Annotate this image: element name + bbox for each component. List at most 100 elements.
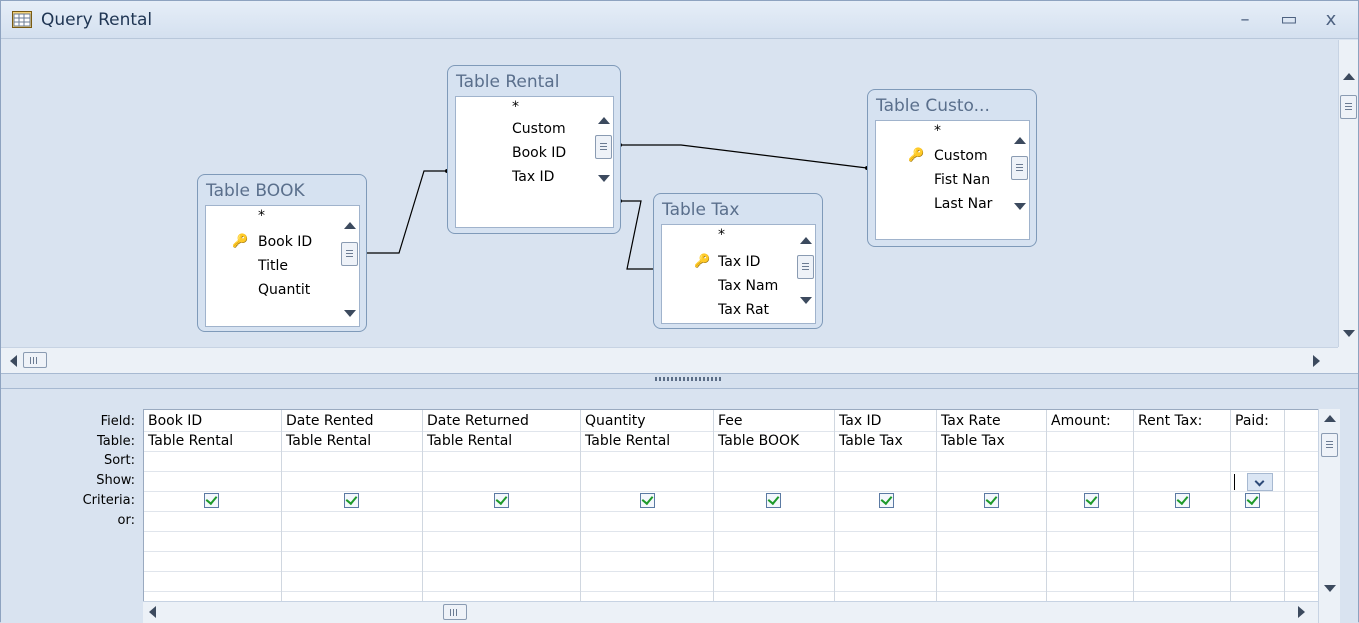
scroll-thumb[interactable]	[443, 604, 467, 620]
table-name-book: Table BOOK	[206, 181, 305, 201]
field-list-book[interactable]: * 🔑 Book ID Title Quantit	[205, 205, 360, 327]
show-checkbox[interactable]	[204, 493, 219, 508]
field-item[interactable]: Last Nar	[934, 196, 1008, 212]
field-list-scrollbar[interactable]	[1009, 121, 1029, 239]
scroll-thumb[interactable]	[1321, 433, 1338, 457]
scrollbar-corner	[1338, 347, 1358, 373]
field-item[interactable]: Quantit	[258, 282, 338, 298]
field-list-scrollbar[interactable]	[593, 97, 613, 227]
scroll-left-icon[interactable]	[10, 355, 17, 367]
scroll-down-icon[interactable]	[1324, 585, 1336, 592]
grid-table-cell[interactable]: Table Tax	[835, 433, 936, 449]
row-label-sort: Sort:	[103, 453, 135, 468]
grid-table-cell[interactable]: Table Rental	[581, 433, 713, 449]
field-item[interactable]: Fist Nan	[934, 172, 1008, 188]
field-item[interactable]: *	[512, 99, 519, 115]
grid-field-cell[interactable]: Tax ID	[835, 413, 936, 429]
field-item[interactable]: *	[718, 227, 725, 243]
show-checkbox[interactable]	[766, 493, 781, 508]
field-list-customer[interactable]: * 🔑 Custom Fist Nan Last Nar	[875, 120, 1030, 240]
grid-field-cell[interactable]: Rent Tax:	[1134, 413, 1230, 429]
show-checkbox[interactable]	[494, 493, 509, 508]
field-item[interactable]: Title	[258, 258, 288, 274]
join-line-rental-tax	[620, 200, 655, 270]
table-box-customer[interactable]: Table Custo... * 🔑 Custom Fist Nan Last …	[867, 89, 1037, 247]
scroll-thumb[interactable]	[797, 255, 814, 279]
field-list-scrollbar[interactable]	[339, 206, 359, 326]
show-checkbox[interactable]	[879, 493, 894, 508]
row-label-or: or:	[117, 513, 135, 528]
table-design-area[interactable]: Table BOOK * 🔑 Book ID Title Quantit Tab…	[1, 40, 1338, 347]
scroll-up-icon[interactable]	[598, 117, 610, 124]
field-item[interactable]: Book ID	[258, 234, 338, 250]
scroll-thumb[interactable]	[341, 242, 358, 266]
grid-table-cell[interactable]: Table BOOK	[714, 433, 834, 449]
title-bar[interactable]: Query Rental – ▭ x	[1, 1, 1358, 39]
scroll-right-icon[interactable]	[1313, 355, 1320, 367]
field-item[interactable]: *	[258, 208, 265, 224]
scroll-thumb[interactable]	[1011, 156, 1028, 180]
grid-horizontal-scrollbar[interactable]	[143, 601, 1318, 623]
table-box-tax[interactable]: Table Tax * 🔑 Tax ID Tax Nam Tax Rat	[653, 193, 823, 329]
minimize-button[interactable]: –	[1233, 8, 1257, 32]
grid-vertical-scrollbar[interactable]	[1318, 409, 1340, 623]
text-caret	[1234, 474, 1235, 490]
field-item[interactable]: Custom	[512, 121, 592, 137]
grid-field-cell[interactable]: Quantity	[581, 413, 713, 429]
scroll-down-icon[interactable]	[1343, 330, 1355, 337]
design-vertical-scrollbar[interactable]	[1338, 40, 1358, 347]
query-grid[interactable]: Book ID Table Rental Date Rented Table R…	[143, 409, 1319, 602]
grid-field-cell[interactable]: Date Rented	[282, 413, 422, 429]
grid-field-cell[interactable]: Book ID	[144, 413, 281, 429]
field-item[interactable]: *	[934, 123, 941, 139]
close-button[interactable]: x	[1319, 8, 1343, 32]
table-box-book[interactable]: Table BOOK * 🔑 Book ID Title Quantit	[197, 174, 367, 332]
show-checkbox[interactable]	[984, 493, 999, 508]
show-checkbox[interactable]	[1084, 493, 1099, 508]
field-item[interactable]: Tax ID	[718, 254, 760, 270]
field-list-rental[interactable]: * Custom Book ID Tax ID	[455, 96, 614, 228]
field-item[interactable]: Book ID	[512, 145, 592, 161]
scroll-up-icon[interactable]	[1343, 73, 1355, 80]
field-list-tax[interactable]: * 🔑 Tax ID Tax Nam Tax Rat	[661, 224, 816, 324]
grid-field-cell[interactable]: Amount:	[1047, 413, 1133, 429]
splitter-grip-icon[interactable]	[655, 377, 721, 381]
field-item[interactable]: Tax ID	[512, 169, 554, 185]
field-item[interactable]: Tax Nam	[718, 278, 796, 294]
show-checkbox[interactable]	[1245, 493, 1260, 508]
primary-key-icon: 🔑	[232, 234, 249, 249]
show-checkbox[interactable]	[344, 493, 359, 508]
grid-field-cell[interactable]: Tax Rate	[937, 413, 1046, 429]
show-checkbox[interactable]	[640, 493, 655, 508]
scroll-thumb[interactable]	[23, 352, 47, 368]
grid-field-cell[interactable]: Paid:	[1231, 413, 1284, 429]
scroll-up-icon[interactable]	[1014, 137, 1026, 144]
scroll-thumb[interactable]	[595, 135, 612, 159]
grid-table-cell[interactable]: Table Rental	[282, 433, 422, 449]
field-item[interactable]: Custom	[934, 148, 1008, 164]
grid-field-cell[interactable]: Date Returned	[423, 413, 580, 429]
grid-field-cell[interactable]: Fee	[714, 413, 834, 429]
maximize-button[interactable]: ▭	[1277, 8, 1301, 32]
scroll-right-icon[interactable]	[1298, 606, 1305, 618]
sort-dropdown-button[interactable]	[1247, 473, 1273, 491]
design-horizontal-scrollbar[interactable]	[1, 347, 1338, 373]
grid-table-cell[interactable]: Table Tax	[937, 433, 1046, 449]
query-window: Query Rental – ▭ x Table BOOK * 🔑 Book I…	[0, 0, 1359, 623]
scroll-thumb[interactable]	[1340, 95, 1357, 119]
scroll-down-icon[interactable]	[1014, 203, 1026, 210]
field-item[interactable]: Tax Rat	[718, 302, 796, 318]
scroll-down-icon[interactable]	[598, 175, 610, 182]
scroll-left-icon[interactable]	[149, 606, 156, 618]
scroll-up-icon[interactable]	[800, 237, 812, 244]
grid-table-cell[interactable]: Table Rental	[144, 433, 281, 449]
pane-splitter[interactable]	[1, 373, 1358, 389]
scroll-down-icon[interactable]	[800, 297, 812, 304]
show-checkbox[interactable]	[1175, 493, 1190, 508]
grid-table-cell[interactable]: Table Rental	[423, 433, 580, 449]
scroll-down-icon[interactable]	[344, 310, 356, 317]
field-list-scrollbar[interactable]	[795, 225, 815, 323]
scroll-up-icon[interactable]	[1324, 415, 1336, 422]
table-box-rental[interactable]: Table Rental * Custom Book ID Tax ID	[447, 65, 621, 234]
scroll-up-icon[interactable]	[344, 222, 356, 229]
